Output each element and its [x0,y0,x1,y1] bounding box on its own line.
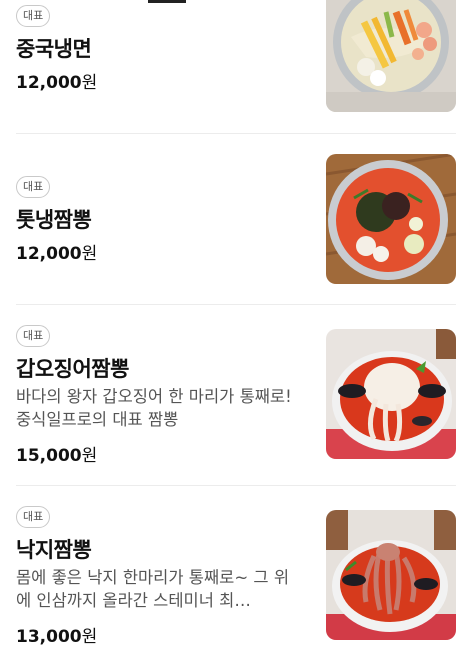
menu-item-description: 몸에 좋은 낙지 한마리가 통째로~ 그 위에 인삼까지 올라간 스테미너 최… [16,568,289,610]
menu-item-2[interactable]: 대표 톳냉짬뽕 12,000원 [16,134,456,304]
octopus-jjamppong-image [326,510,456,640]
signature-badge: 대표 [16,176,51,198]
menu-item-3[interactable]: 대표 갑오징어짬뽕 바다의 왕자 갑오징어 한 마리가 통째로! 중식일프로의 … [16,305,456,485]
signature-badge: 대표 [16,506,51,528]
menu-item-name: 갑오징어짬뽕 [16,357,129,381]
menu-item-price: 12,000원 [16,244,98,264]
menu-item-name: 톳냉짬뽕 [16,208,92,232]
menu-item-1[interactable]: 대표 중국냉면 12,000원 [16,0,456,132]
signature-badge: 대표 [16,5,51,27]
menu-item-name: 중국냉면 [16,37,92,61]
menu-item-price: 15,000원 [16,446,98,466]
signature-badge: 대표 [16,325,51,347]
cold-jjamppong-dish-image [326,154,456,284]
menu-item-photo[interactable] [326,510,456,640]
menu-item-price: 12,000원 [16,73,98,93]
menu-item-photo[interactable] [326,329,456,459]
cold-noodle-dish-image [326,0,456,112]
menu-item-name: 낙지짬뽕 [16,538,92,562]
menu-item-photo[interactable] [326,154,456,284]
menu-item-price: 13,000원 [16,627,98,647]
menu-item-description: 바다의 왕자 갑오징어 한 마리가 통째로! 중식일프로의 대표 짬뽕 [16,387,292,429]
menu-item-photo[interactable] [326,0,456,112]
menu-item-4[interactable]: 대표 낙지짬뽕 몸에 좋은 낙지 한마리가 통째로~ 그 위에 인삼까지 올라간… [16,486,456,664]
cuttlefish-jjamppong-image [326,329,456,459]
